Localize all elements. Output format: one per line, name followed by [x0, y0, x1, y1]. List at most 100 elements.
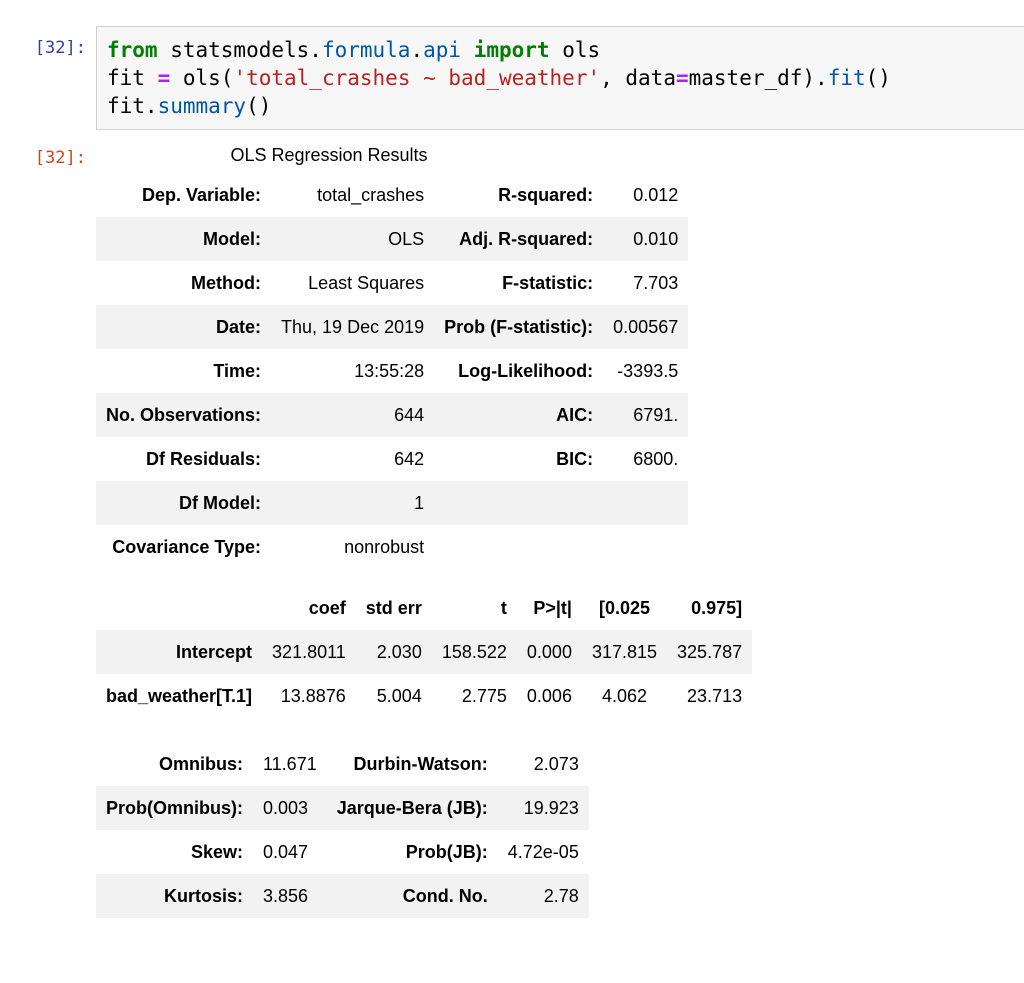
- stat-value: 13:55:28: [354, 360, 425, 381]
- table-row: Prob(Omnibus): 0.003 Jarque-Bera (JB): 19.9…: [96, 786, 589, 830]
- stat-value: 0.012: [633, 184, 679, 205]
- table-row: No. Observations: 644 AIC: 6791.: [96, 393, 689, 437]
- code-token: summary: [157, 94, 247, 118]
- stat-value: total_crashes: [317, 184, 425, 205]
- stat-value: 1: [271, 481, 435, 525]
- stat-value: -3393.5: [617, 360, 679, 381]
- coef-value: 4.062: [601, 685, 648, 706]
- stat-value: OLS: [271, 217, 435, 261]
- output-prompt: [32]:: [34, 148, 86, 168]
- code-token: ols(: [170, 66, 234, 90]
- stat-label: No. Observations:: [96, 393, 272, 437]
- coef-value: 2.030: [355, 630, 432, 674]
- table-row: Method: Least Squares F-statistic: 7.703: [96, 261, 688, 305]
- row-label: bad_weather[T.1]: [106, 685, 253, 706]
- stat-label: Prob (F-statistic):: [434, 305, 604, 349]
- model-info-table: Dep. Variable: total_crashes R-squared: 0.0…: [96, 173, 689, 569]
- column-header: P>|t|: [533, 597, 572, 618]
- table-row: Model: OLS Adj. R-squared: 0.010: [96, 217, 689, 261]
- stat-label: Adj. R-squared:: [434, 217, 604, 261]
- code-token: formula: [321, 38, 411, 62]
- stat-value: nonrobust: [344, 536, 425, 557]
- stat-value: 0.010: [603, 217, 689, 261]
- stat-value: 0.00567: [603, 305, 689, 349]
- coef-value: 0.000: [516, 630, 582, 674]
- stat-label: Jarque-Bera (JB):: [326, 786, 498, 830]
- stat-value: Least Squares: [308, 272, 425, 293]
- code-token: , data: [600, 66, 676, 90]
- coef-value: 23.713: [687, 685, 743, 706]
- stat-label: Dep. Variable:: [141, 184, 262, 205]
- table-row: Intercept 321.8011 2.030 158.522 0.000 317.81…: [96, 630, 753, 674]
- stat-value: 2.78: [497, 874, 589, 918]
- stat-label: Prob(JB):: [405, 841, 488, 862]
- stat-value: 7.703: [633, 272, 679, 293]
- stat-label: Df Residuals:: [146, 448, 262, 469]
- stat-label: Omnibus:: [159, 753, 243, 774]
- column-header: [96, 586, 262, 630]
- coef-value: 2.775: [461, 685, 507, 706]
- input-prompt: [32]:: [34, 38, 86, 58]
- stat-value: Thu, 19 Dec 2019: [271, 305, 435, 349]
- code-token: fit: [107, 66, 158, 90]
- stat-value: 644: [271, 393, 435, 437]
- stat-label: Covariance Type:: [112, 536, 262, 557]
- stat-label: Method:: [191, 272, 262, 293]
- coef-value: 13.8876: [280, 685, 346, 706]
- stat-label: Date:: [96, 305, 272, 349]
- stat-value: 3.856: [253, 874, 327, 918]
- code-token: api: [423, 38, 462, 62]
- stat-label: Prob(Omnibus):: [96, 786, 253, 830]
- stat-value: 4.72e-05: [507, 841, 579, 862]
- stat-label: F-statistic:: [502, 272, 594, 293]
- coef-value: 0.006: [526, 685, 572, 706]
- stat-value: 2.073: [533, 753, 579, 774]
- code-token: ols: [549, 38, 601, 62]
- stat-label: Model:: [96, 217, 272, 261]
- stat-value: 0.047: [263, 841, 309, 862]
- stat-label: [434, 481, 604, 525]
- stat-value: 11.671: [263, 753, 317, 774]
- stat-value: 642: [394, 448, 425, 469]
- code-cell-editor[interactable]: from statsmodels.formula.api import ols …: [96, 26, 1024, 130]
- column-header: t: [500, 597, 507, 618]
- code-token: fit.: [107, 94, 158, 118]
- coefficients-table: coef std err t P>|t| [0.025 0.975] Intercept 32…: [96, 586, 753, 718]
- diagnostics-table: Omnibus: 11.671 Durbin-Watson: 2.073 Prob(Om…: [96, 742, 589, 918]
- keyword-from: from: [107, 38, 158, 62]
- stat-value: 6791.: [603, 393, 689, 437]
- table-row: Kurtosis: 3.856 Cond. No. 2.78: [96, 874, 589, 918]
- stat-value: 0.003: [253, 786, 327, 830]
- coef-value: 317.815: [581, 630, 668, 674]
- stat-label: Df Model:: [96, 481, 272, 525]
- table-row: Df Model: 1: [96, 481, 689, 525]
- code-operator: =: [157, 66, 171, 90]
- stat-label: Durbin-Watson:: [353, 753, 488, 774]
- column-header: std err: [365, 597, 422, 618]
- table-row: Df Residuals: 642 BIC: 6800.: [96, 437, 688, 481]
- table-header-row: coef std err t P>|t| [0.025 0.975]: [96, 586, 752, 630]
- stat-label: BIC:: [556, 448, 594, 469]
- table-row: Dep. Variable: total_crashes R-squared: 0.0…: [96, 173, 688, 217]
- coef-value: 321.8011: [262, 630, 356, 674]
- table-row: bad_weather[T.1] 13.8876 5.004 2.775 0.006 4.…: [96, 674, 752, 718]
- coef-value: 5.004: [376, 685, 422, 706]
- stat-value: 6800.: [633, 448, 679, 469]
- stat-label: Cond. No.: [326, 874, 498, 918]
- code-token: (): [865, 66, 891, 90]
- column-header: 0.975]: [691, 597, 743, 618]
- table-row: Covariance Type: nonrobust: [96, 525, 688, 569]
- table-row: Date: Thu, 19 Dec 2019 Prob (F-statistic):…: [96, 305, 689, 349]
- stat-label: Time:: [213, 360, 262, 381]
- column-header: coef: [308, 597, 346, 618]
- stat-label: R-squared:: [498, 184, 594, 205]
- code-operator: =: [675, 66, 689, 90]
- stat-value: [603, 481, 689, 525]
- code-text[interactable]: from statsmodels.formula.api import ols …: [107, 36, 891, 120]
- column-header: [0.025: [598, 597, 651, 618]
- row-label: Intercept: [96, 630, 263, 674]
- stat-label: AIC:: [434, 393, 604, 437]
- table-row: Omnibus: 11.671 Durbin-Watson: 2.073: [96, 742, 589, 786]
- stat-label: Skew:: [190, 841, 243, 862]
